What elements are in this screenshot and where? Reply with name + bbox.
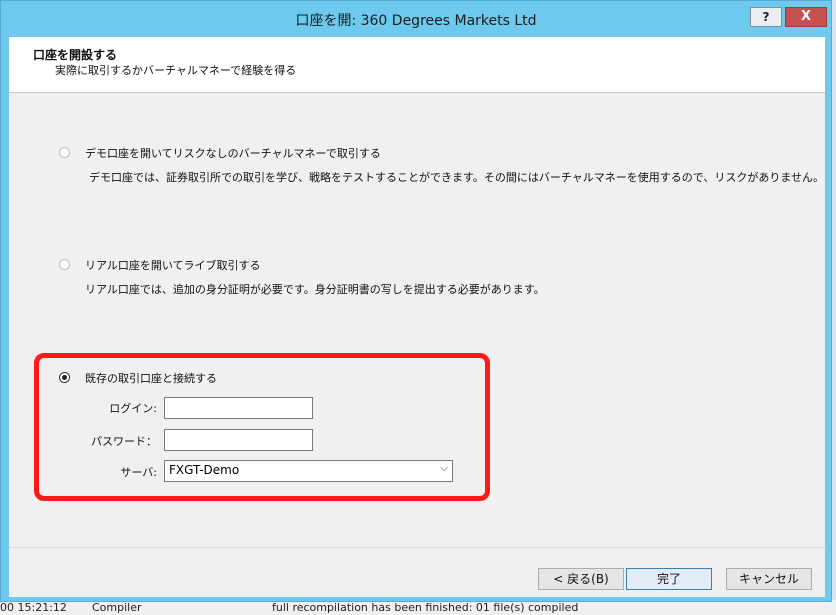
- page-subtitle: 実際に取引するかバーチャルマネーで経験を得る: [55, 64, 297, 77]
- annotation-highlight-box: [34, 353, 490, 501]
- status-message: full recompilation has been finished: 01…: [272, 601, 579, 614]
- page-title: 口座を開設する: [33, 48, 118, 62]
- finish-button[interactable]: 完了: [626, 568, 712, 590]
- back-button[interactable]: < 戻る(B): [538, 568, 624, 590]
- status-time: 00 15:21:12: [0, 601, 67, 614]
- close-button[interactable]: X: [785, 7, 827, 27]
- status-source: Compiler: [92, 601, 142, 614]
- help-button[interactable]: ?: [750, 7, 782, 27]
- dialog-body: 口座を開設する 実際に取引するかバーチャルマネーで経験を得る デモ口座を開いてリ…: [9, 37, 825, 597]
- open-account-dialog: 口座を開: 360 Degrees Markets Ltd ? X 口座を開設す…: [0, 0, 832, 602]
- wizard-header: 口座を開設する 実際に取引するかバーチャルマネーで経験を得る: [9, 37, 825, 93]
- cancel-button[interactable]: キャンセル: [726, 568, 812, 590]
- demo-account-radio[interactable]: [59, 147, 70, 158]
- title-bar[interactable]: 口座を開: 360 Degrees Markets Ltd ? X: [1, 1, 831, 37]
- real-account-radio[interactable]: [59, 259, 70, 270]
- real-account-description: リアル口座では、追加の身分証明が必要です。身分証明書の写しを提出する必要がありま…: [85, 283, 545, 296]
- footer-divider: [9, 547, 825, 548]
- window-title: 口座を開: 360 Degrees Markets Ltd: [295, 13, 537, 29]
- real-account-label[interactable]: リアル口座を開いてライブ取引する: [85, 257, 261, 273]
- demo-account-description: デモ口座では、証券取引所での取引を学び、戦略をテストすることができます。その間に…: [89, 171, 825, 184]
- demo-account-label[interactable]: デモ口座を開いてリスクなしのバーチャルマネーで取引する: [85, 145, 381, 161]
- background-status-bar: 00 15:21:12 Compiler full recompilation …: [0, 600, 836, 615]
